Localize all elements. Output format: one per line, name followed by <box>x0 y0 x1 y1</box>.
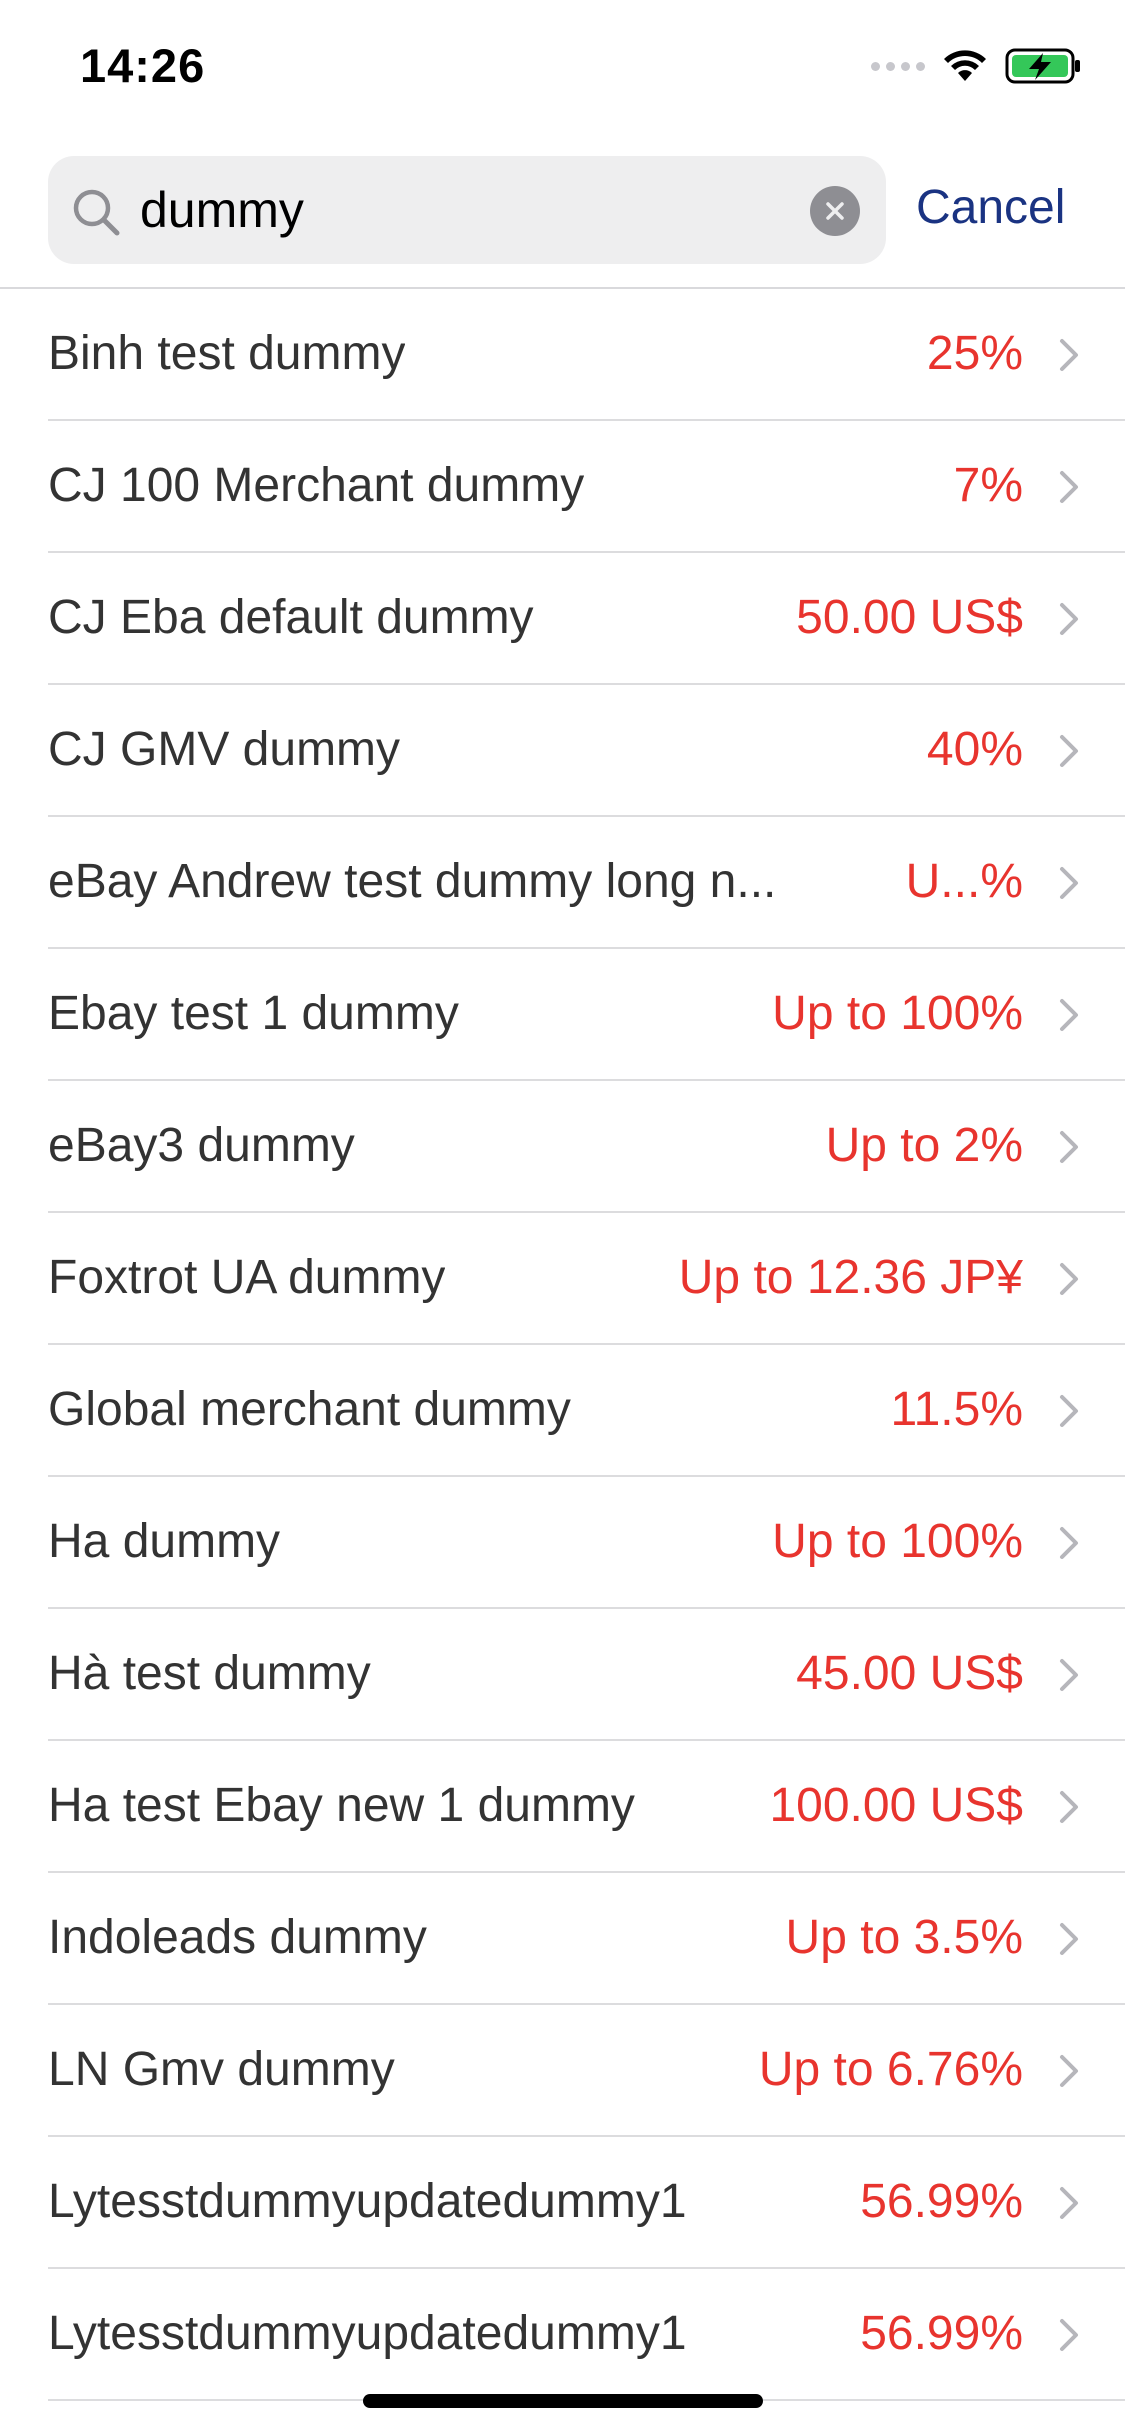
commission-value: 56.99% <box>860 2175 1023 2228</box>
commission-value: Up to 100% <box>772 1515 1023 1568</box>
chevron-right-icon <box>1060 735 1078 767</box>
commission-value: Up to 3.5% <box>785 1911 1023 1964</box>
list-item[interactable]: CJ GMV dummy 40% <box>0 685 1125 817</box>
merchant-name: CJ GMV dummy <box>48 723 401 776</box>
list-item[interactable]: LN Gmv dummy Up to 6.76% <box>0 2005 1125 2137</box>
status-indicators <box>871 44 1083 88</box>
chevron-right-icon <box>1060 1791 1078 1823</box>
commission-value: U...% <box>905 855 1023 908</box>
commission-value: 45.00 US$ <box>796 1647 1023 1700</box>
chevron-right-icon <box>1060 1395 1078 1427</box>
list-item[interactable]: Ha test Ebay new 1 dummy 100.00 US$ <box>0 1741 1125 1873</box>
chevron-right-icon <box>1060 471 1078 503</box>
list-item[interactable]: Lytesstdummyupdatedummy1 56.99% <box>0 2137 1125 2269</box>
commission-value: 11.5% <box>890 1383 1023 1436</box>
merchant-name: Lytesstdummyupdatedummy1 <box>48 2307 687 2360</box>
chevron-right-icon <box>1060 999 1078 1031</box>
status-time: 14:26 <box>80 39 206 92</box>
merchant-name: Global merchant dummy <box>48 1383 571 1436</box>
commission-value: 100.00 US$ <box>769 1779 1023 1832</box>
commission-value: 56.99% <box>860 2307 1023 2360</box>
merchant-name: Lytesstdummyupdatedummy1 <box>48 2175 687 2228</box>
wifi-icon <box>944 50 986 81</box>
chevron-right-icon <box>1060 1131 1078 1163</box>
list-item[interactable]: Ebay test 1 dummy Up to 100% <box>0 949 1125 1081</box>
search-header: dummy Cancel <box>0 152 1125 288</box>
merchant-name: Foxtrot UA dummy <box>48 1251 446 1304</box>
commission-value: Up to 12.36 JP¥ <box>678 1251 1023 1304</box>
commission-value: 7% <box>953 459 1023 512</box>
search-icon <box>73 189 120 236</box>
list-item[interactable]: Ha dummy Up to 100% <box>0 1477 1125 1609</box>
merchant-name: eBay3 dummy <box>48 1119 355 1172</box>
merchant-name: Indoleads dummy <box>48 1911 427 1964</box>
merchant-name: eBay Andrew test dummy long n... <box>48 855 777 908</box>
chevron-right-icon <box>1060 2055 1078 2087</box>
merchant-name: Hà test dummy <box>48 1647 371 1700</box>
close-icon <box>826 202 844 220</box>
merchant-name: LN Gmv dummy <box>48 2043 395 2096</box>
merchant-name: CJ Eba default dummy <box>48 591 534 644</box>
cancel-button[interactable]: Cancel <box>916 178 1065 238</box>
search-results-screen: 14:26 dummy Cancel Binh test dummy 25% C… <box>0 0 1125 2436</box>
commission-value: 40% <box>926 723 1023 776</box>
commission-value: Up to 100% <box>772 987 1023 1040</box>
list-item[interactable]: Global merchant dummy 11.5% <box>0 1345 1125 1477</box>
list-item[interactable]: eBay Andrew test dummy long n... U...% <box>0 817 1125 949</box>
search-query-text[interactable]: dummy <box>140 182 304 238</box>
chevron-right-icon <box>1060 1263 1078 1295</box>
search-input[interactable]: dummy <box>48 156 886 264</box>
list-item[interactable]: Lytesstdummyupdatedummy1 56.99% <box>0 2269 1125 2401</box>
list-item[interactable]: Foxtrot UA dummy Up to 12.36 JP¥ <box>0 1213 1125 1345</box>
list-item[interactable]: CJ Eba default dummy 50.00 US$ <box>0 553 1125 685</box>
chevron-right-icon <box>1060 867 1078 899</box>
chevron-right-icon <box>1060 1659 1078 1691</box>
status-bar: 14:26 <box>0 0 1125 132</box>
list-item[interactable]: eBay3 dummy Up to 2% <box>0 1081 1125 1213</box>
chevron-right-icon <box>1060 2319 1078 2351</box>
commission-value: 25% <box>926 327 1023 380</box>
commission-value: Up to 2% <box>825 1119 1023 1172</box>
cellular-signal-icon <box>871 61 925 71</box>
list-item[interactable]: CJ 100 Merchant dummy 7% <box>0 421 1125 553</box>
chevron-right-icon <box>1060 2187 1078 2219</box>
merchant-name: Ha dummy <box>48 1515 281 1568</box>
merchant-name: Binh test dummy <box>48 327 406 380</box>
merchant-name: Ha test Ebay new 1 dummy <box>48 1779 635 1832</box>
home-indicator[interactable] <box>363 2394 763 2408</box>
commission-value: Up to 6.76% <box>758 2043 1023 2096</box>
list-item[interactable]: Indoleads dummy Up to 3.5% <box>0 1873 1125 2005</box>
chevron-right-icon <box>1060 339 1078 371</box>
list-item[interactable]: Hà test dummy 45.00 US$ <box>0 1609 1125 1741</box>
list-item[interactable]: Binh test dummy 25% <box>0 289 1125 421</box>
battery-charging-icon <box>1005 48 1080 84</box>
merchant-name: CJ 100 Merchant dummy <box>48 459 585 512</box>
results-list: Binh test dummy 25% CJ 100 Merchant dummy 7… <box>0 289 1125 2401</box>
chevron-right-icon <box>1060 603 1078 635</box>
clear-search-button[interactable] <box>810 186 860 236</box>
merchant-name: Ebay test 1 dummy <box>48 987 459 1040</box>
commission-value: 50.00 US$ <box>796 591 1023 644</box>
chevron-right-icon <box>1060 1923 1078 1955</box>
chevron-right-icon <box>1060 1527 1078 1559</box>
